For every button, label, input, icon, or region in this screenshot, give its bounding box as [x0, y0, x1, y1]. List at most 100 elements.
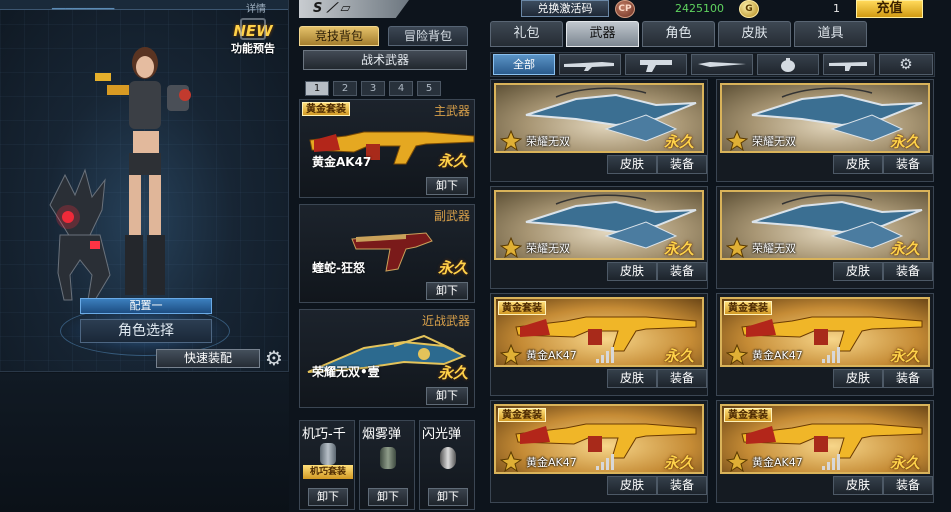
gear-icon: ⚙: [899, 55, 913, 73]
preview-label: 功能预告: [231, 42, 275, 55]
role-select-button[interactable]: 角色选择: [80, 319, 212, 343]
equip-button[interactable]: 装备: [883, 155, 933, 174]
shop-item-card[interactable]: 荣耀无双 永久 皮肤 装备: [716, 186, 934, 289]
throwable-slot-2[interactable]: 烟雾弹 卸下: [359, 420, 415, 510]
gold-set-tag: 黄金套装: [498, 408, 546, 422]
cp-coin-icon: CP: [615, 0, 635, 18]
unload-button[interactable]: 卸下: [426, 387, 468, 405]
unload-button[interactable]: 卸下: [308, 488, 348, 506]
equip-button[interactable]: 装备: [883, 369, 933, 388]
player-info-strip: ▁▁▁▁▁▁▁▁▁: [52, 0, 115, 10]
shop-item-card[interactable]: 荣耀无双 永久 皮肤 装备: [490, 79, 708, 182]
gold-coin-icon: G: [739, 0, 759, 18]
tab-items[interactable]: 道具: [794, 21, 867, 47]
rank-emblem-icon: [725, 129, 749, 152]
details-link[interactable]: 详情: [246, 0, 266, 15]
shop-item-card[interactable]: 黄金套装 黄金AK47 永久 皮肤 装备: [716, 400, 934, 503]
shop-item-card[interactable]: 黄金套装 黄金AK47 永久 皮肤 装备: [490, 293, 708, 396]
recharge-button[interactable]: 充值: [856, 0, 923, 18]
skin-button[interactable]: 皮肤: [833, 262, 883, 281]
unload-button[interactable]: 卸下: [426, 282, 468, 300]
game-logo-strip: S ⟋ ▱: [299, 0, 409, 18]
throwable-slot-3[interactable]: 闪光弹 卸下: [419, 420, 475, 510]
rank-emblem-icon: [725, 236, 749, 259]
page-tab-1[interactable]: 1: [305, 81, 329, 96]
character-model: [95, 47, 191, 295]
settings-gear-icon[interactable]: ⚙: [263, 347, 285, 369]
duration-label: 永久: [437, 152, 468, 170]
rank-emblem-icon: [499, 129, 523, 152]
level-bars-icon: [596, 452, 616, 470]
pistol-filter[interactable]: [625, 54, 687, 75]
equip-button[interactable]: 装备: [883, 262, 933, 281]
duration-label: 永久: [663, 133, 694, 151]
rank-emblem-icon: [725, 450, 749, 473]
grenade-filter[interactable]: [757, 54, 819, 75]
level-bars-icon: [822, 345, 842, 363]
duration-label: 永久: [663, 240, 694, 258]
loadout-config-bar[interactable]: 配置一: [80, 298, 212, 314]
rank-emblem-icon: [725, 343, 749, 366]
tab-competitive-bag[interactable]: 竞技背包: [299, 26, 379, 46]
duration-label: 永久: [889, 133, 920, 151]
throwable-label: 闪光弹: [422, 427, 462, 442]
more-filter-gear[interactable]: ⚙: [879, 54, 933, 75]
equip-button[interactable]: 装备: [657, 369, 707, 388]
page-tab-5[interactable]: 5: [417, 81, 441, 96]
unload-button[interactable]: 卸下: [368, 488, 408, 506]
skin-button[interactable]: 皮肤: [833, 155, 883, 174]
tab-bundles[interactable]: 礼包: [490, 21, 563, 47]
duration-label: 永久: [889, 454, 920, 472]
tab-weapons[interactable]: 武器: [566, 21, 639, 47]
level-bars-icon: [596, 345, 616, 363]
unload-button[interactable]: 卸下: [426, 177, 468, 195]
item-name: 黄金AK47: [526, 349, 577, 362]
rifle-filter[interactable]: [559, 54, 621, 75]
flash-grenade-icon: [440, 447, 456, 469]
smg-filter[interactable]: [823, 54, 875, 75]
equip-button[interactable]: 装备: [657, 262, 707, 281]
page-tab-4[interactable]: 4: [389, 81, 413, 96]
feature-preview-badge[interactable]: NEW 功能预告: [227, 18, 279, 68]
equip-button[interactable]: 装备: [657, 476, 707, 495]
filter-all[interactable]: 全部: [493, 54, 555, 75]
page-tab-3[interactable]: 3: [361, 81, 385, 96]
unload-button[interactable]: 卸下: [428, 488, 468, 506]
redeem-code-button[interactable]: 兑换激活码: [521, 0, 609, 17]
duration-label: 永久: [889, 240, 920, 258]
skin-button[interactable]: 皮肤: [833, 476, 883, 495]
melee-weapon-slot[interactable]: 近战武器 荣耀无双•壹 永久 卸下: [299, 309, 475, 408]
equip-button[interactable]: 装备: [883, 476, 933, 495]
skin-button[interactable]: 皮肤: [833, 369, 883, 388]
shop-item-card[interactable]: 荣耀无双 永久 皮肤 装备: [490, 186, 708, 289]
cp-balance: 2425100: [675, 2, 724, 15]
ak47-gold-artwork: 黄金套装 黄金AK47 永久: [494, 404, 704, 474]
skin-button[interactable]: 皮肤: [607, 369, 657, 388]
duration-label: 永久: [437, 259, 468, 277]
quick-equip-button[interactable]: 快速装配: [156, 349, 260, 368]
skin-button[interactable]: 皮肤: [607, 476, 657, 495]
page-tab-2[interactable]: 2: [333, 81, 357, 96]
shop-item-card[interactable]: 黄金套装 黄金AK47 永久皮肤 装备: [490, 400, 708, 503]
tab-skins[interactable]: 皮肤: [718, 21, 791, 47]
tactical-weapons-button[interactable]: 战术武器: [303, 50, 467, 70]
throwable-label: 机巧-千: [302, 427, 346, 442]
skin-button[interactable]: 皮肤: [607, 155, 657, 174]
skin-button[interactable]: 皮肤: [607, 262, 657, 281]
knife-filter[interactable]: [691, 54, 753, 75]
knife-icon: [698, 62, 746, 67]
primary-weapon-slot[interactable]: 黄金套装 主武器 黄金AK47 永久 卸下: [299, 99, 475, 198]
tab-characters[interactable]: 角色: [642, 21, 715, 47]
gold-set-tag: 黄金套装: [724, 408, 772, 422]
tab-adventure-bag[interactable]: 冒险背包: [388, 26, 468, 46]
duration-label: 永久: [437, 364, 468, 382]
shop-item-card[interactable]: 荣耀无双 永久 皮肤 装备: [716, 79, 934, 182]
equip-button[interactable]: 装备: [657, 155, 707, 174]
rank-emblem-icon: [499, 450, 523, 473]
secondary-weapon-slot[interactable]: 副武器 蝰蛇-狂怒 永久 卸下: [299, 204, 475, 303]
throwable-slot-1[interactable]: 机巧-千 机巧套装 卸下: [299, 420, 355, 510]
shop-item-card[interactable]: 黄金套装 黄金AK47 永久 皮肤 装备: [716, 293, 934, 396]
grenade-icon: [781, 58, 795, 72]
item-name: 荣耀无双: [526, 135, 570, 148]
item-name: 荣耀无双: [526, 242, 570, 255]
